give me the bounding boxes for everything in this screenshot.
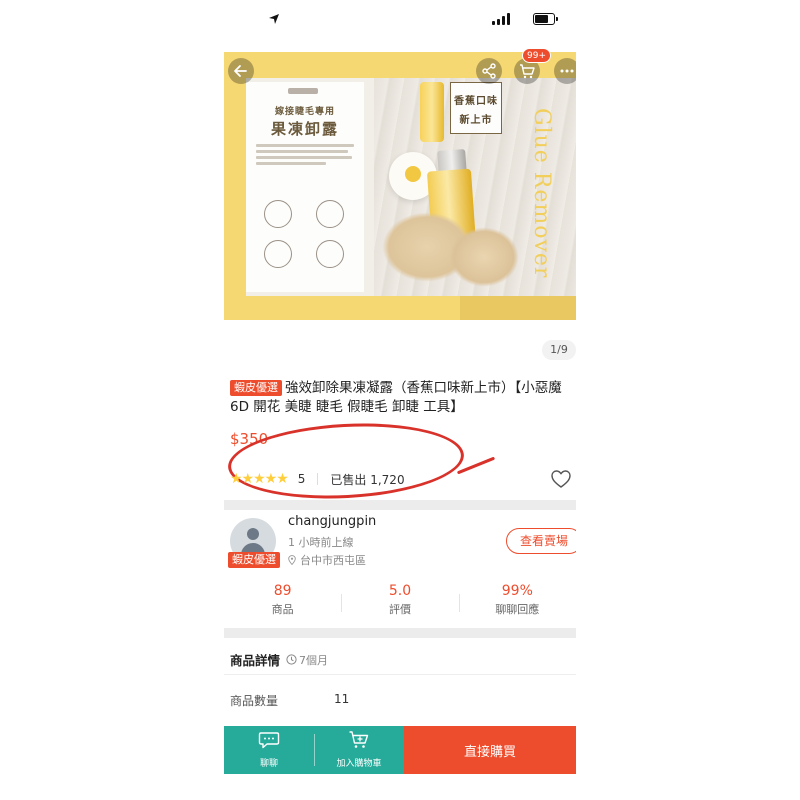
view-shop-button[interactable]: 查看賣場 [506,528,576,554]
seller-stats: 89 商品 5.0 評價 99% 聊聊回應 [224,582,576,622]
flavor-tag-line2: 新上市 [459,115,493,126]
chat-label: 聊聊 [259,759,278,769]
location-arrow-icon [269,14,279,24]
image-card-subtitle: 嫁接睫毛專用 [274,107,335,117]
divider [317,473,319,485]
back-button[interactable] [228,58,254,84]
details-time-text: 7個月 [299,653,329,667]
add-to-cart-label: 加入購物車 [336,759,382,769]
stat-ratings[interactable]: 5.0 評價 [341,582,458,622]
flavor-tag-line1: 香蕉口味 [454,96,498,107]
cart-count-badge: 99+ [522,48,551,63]
rating-count: 5 [297,472,306,486]
chat-icon [258,732,280,749]
add-to-cart-button[interactable]: 加入購物車 [314,726,404,774]
section-divider [224,628,576,638]
heart-icon[interactable] [550,468,572,490]
image-text-line [256,156,352,159]
share-icon [482,63,496,79]
stat-value: 99% [501,583,533,599]
stat-label: 評價 [388,603,411,616]
bottom-action-bar: 聊聊 加入購物車 直接購買 [224,726,576,774]
image-card-title: 果凍卸露 [270,120,339,138]
cart-icon [520,64,535,79]
flavor-tag: 香蕉口味 新上市 [450,82,502,134]
seller-online-status: 1 小時前上線 [288,536,354,549]
clock-icon [286,654,297,665]
product-page: 嫁接睫毛專用 果凍卸露 香蕉口味 新上市 Glue Remover 99+ 1/… [224,44,576,774]
star-rating-icon: ★★★★★ [230,471,289,487]
quantity-label: 商品數量 [230,694,279,708]
rating-row[interactable]: ★★★★★ 5 已售出 1,720 [230,468,574,490]
product-image[interactable]: 嫁接睫毛專用 果凍卸露 香蕉口味 新上市 Glue Remover [224,52,576,320]
seller-name[interactable]: changjungpin [288,514,376,529]
image-vertical-text: Glue Remover [529,108,554,279]
seller-location: 台中市西屯區 [288,552,366,568]
image-info-card: 嫁接睫毛專用 果凍卸露 [246,82,364,292]
image-counter: 1/9 [542,340,576,360]
details-header: 商品詳情 7個月 [230,650,328,669]
stat-value: 89 [273,583,292,599]
image-frame-bottom [224,296,460,320]
more-dots-icon [560,69,574,73]
stat-value: 5.0 [388,583,412,599]
step-circle [316,200,344,228]
battery-icon [533,13,558,25]
image-frame-bottom-right [460,296,576,320]
location-pin-icon [288,555,296,565]
stat-products[interactable]: 89 商品 [224,582,341,622]
image-text-line [256,150,348,153]
step-circle [264,240,292,268]
seller-preferred-badge: 蝦皮優選 [228,552,280,568]
chat-button[interactable]: 聊聊 [224,726,314,774]
image-frame-left [224,52,246,320]
dried-grass [449,227,519,287]
sold-count: 已售出 1,720 [330,472,405,487]
status-bar [0,0,800,44]
stat-chat-response[interactable]: 99% 聊聊回應 [458,582,576,622]
arrow-left-icon [234,65,247,77]
share-button[interactable] [476,58,502,84]
step-circle [316,240,344,268]
signal-icon [492,13,510,25]
step-circle [264,200,292,228]
image-text-line [256,144,354,147]
preferred-badge: 蝦皮優選 [230,380,282,396]
more-button[interactable] [554,58,576,84]
divider [224,674,576,675]
details-title: 商品詳情 [230,653,281,668]
brand-logo [288,88,318,94]
buy-now-button[interactable]: 直接購買 [404,726,576,774]
stat-label: 商品 [271,603,294,616]
details-time: 7個月 [286,652,328,668]
image-text-line [256,162,326,165]
add-cart-icon [349,731,369,748]
avatar-head [247,528,259,540]
bottle-back [420,82,444,142]
section-divider [224,500,576,510]
seller-location-text: 台中市西屯區 [300,554,366,567]
stat-label: 聊聊回應 [495,603,540,616]
quantity-value: 11 [334,692,350,706]
product-title: 蝦皮優選 強效卸除果凍凝露（香蕉口味新上市）【小惡魔 6D 開花 美睫 睫毛 假睫… [230,379,574,417]
